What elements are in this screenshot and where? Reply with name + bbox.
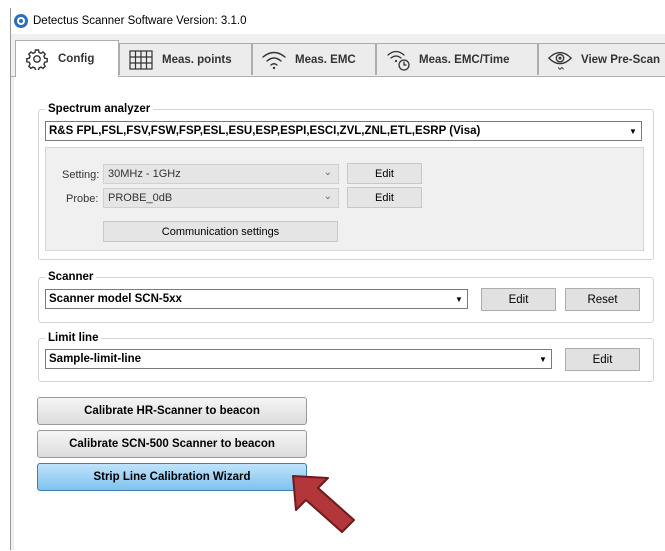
chevron-down-icon: ▼ bbox=[455, 294, 463, 304]
limit-line-value: Sample-limit-line bbox=[49, 353, 142, 365]
scanner-legend: Scanner bbox=[48, 271, 94, 283]
tab-config-label: Config bbox=[58, 53, 95, 65]
grid-icon bbox=[128, 48, 154, 72]
window-title: Detectus Scanner Software Version: 3.1.0 bbox=[33, 15, 247, 27]
limit-line-select[interactable]: Sample-limit-line ▼ bbox=[45, 349, 552, 369]
tab-strip: Config Meas. points Meas. EMC Meas. EMC/… bbox=[11, 40, 665, 77]
limit-line-edit-button[interactable]: Edit bbox=[565, 348, 640, 371]
chevron-down-icon: ▼ bbox=[539, 354, 547, 364]
spectrum-analyzer-legend: Spectrum analyzer bbox=[48, 103, 151, 115]
setting-label: Setting: bbox=[62, 169, 100, 181]
communication-settings-button[interactable]: Communication settings bbox=[103, 221, 338, 242]
chevron-down-icon: ⌄ bbox=[323, 191, 332, 202]
scanner-reset-button[interactable]: Reset bbox=[565, 288, 640, 311]
calibrate-hr-scanner-button[interactable]: Calibrate HR-Scanner to beacon bbox=[37, 397, 307, 425]
wifi-icon bbox=[261, 48, 287, 72]
probe-label: Probe: bbox=[66, 193, 99, 205]
setting-select[interactable]: 30MHz - 1GHz ⌄ bbox=[103, 164, 339, 184]
setting-edit-button[interactable]: Edit bbox=[347, 163, 422, 184]
chevron-down-icon: ▼ bbox=[629, 126, 637, 136]
tab-view-pre-scan[interactable]: View Pre-Scan bbox=[538, 43, 665, 75]
tab-meas-points-label: Meas. points bbox=[162, 53, 232, 66]
tab-meas-emc-label: Meas. EMC bbox=[295, 53, 356, 66]
tab-meas-emc-time-label: Meas. EMC/Time bbox=[419, 53, 510, 66]
scanner-edit-button[interactable]: Edit bbox=[481, 288, 556, 311]
setting-select-value: 30MHz - 1GHz bbox=[108, 168, 181, 180]
gear-icon bbox=[24, 47, 50, 71]
tab-meas-emc-time[interactable]: Meas. EMC/Time bbox=[376, 43, 538, 75]
probe-select[interactable]: PROBE_0dB ⌄ bbox=[103, 188, 339, 208]
analyzer-select-value: R&S FPL,FSL,FSV,FSW,FSP,ESL,ESU,ESP,ESPI… bbox=[49, 125, 481, 137]
eye-icon bbox=[547, 48, 573, 72]
scanner-model-value: Scanner model SCN-5xx bbox=[49, 293, 182, 305]
strip-line-calibration-wizard-button[interactable]: Strip Line Calibration Wizard bbox=[37, 463, 307, 491]
chevron-down-icon: ⌄ bbox=[323, 167, 332, 178]
calibrate-scn500-button[interactable]: Calibrate SCN-500 Scanner to beacon bbox=[37, 430, 307, 458]
title-bar: Detectus Scanner Software Version: 3.1.0 bbox=[11, 8, 665, 34]
tab-meas-points[interactable]: Meas. points bbox=[119, 43, 252, 75]
limit-line-legend: Limit line bbox=[48, 332, 99, 344]
wifi-clock-icon bbox=[385, 48, 411, 72]
tab-view-pre-scan-label: View Pre-Scan bbox=[581, 53, 661, 66]
probe-select-value: PROBE_0dB bbox=[108, 192, 173, 204]
probe-edit-button[interactable]: Edit bbox=[347, 187, 422, 208]
highlight-arrow-icon bbox=[292, 475, 355, 533]
tab-meas-emc[interactable]: Meas. EMC bbox=[252, 43, 376, 75]
app-icon bbox=[14, 14, 28, 28]
scanner-model-select[interactable]: Scanner model SCN-5xx ▼ bbox=[45, 289, 468, 309]
tab-config[interactable]: Config bbox=[15, 40, 119, 77]
analyzer-select[interactable]: R&S FPL,FSL,FSV,FSW,FSP,ESL,ESU,ESP,ESPI… bbox=[45, 121, 642, 141]
